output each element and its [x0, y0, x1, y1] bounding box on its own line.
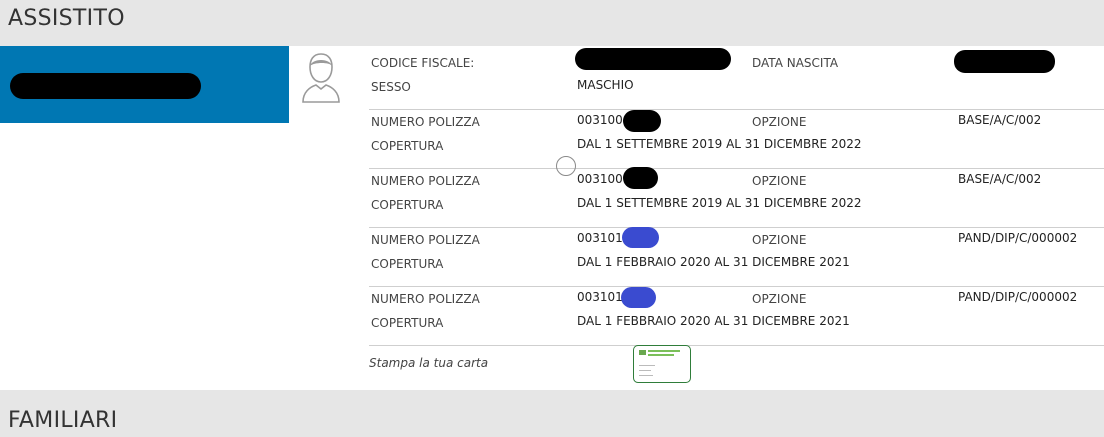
redacted-codice-fiscale [575, 48, 731, 70]
redacted-polizza-suffix [623, 110, 661, 132]
opzione-value: PAND/DIP/C/000002 [958, 231, 1078, 245]
card-text-line [639, 370, 651, 371]
section-header-familiari: FAMILIARI [0, 390, 1104, 437]
opzione-label: OPZIONE [752, 233, 807, 247]
divider [369, 227, 1104, 228]
assistito-name-box [0, 46, 289, 123]
numero-polizza-value: 003100 [577, 113, 623, 127]
sesso-value: MASCHIO [577, 78, 634, 92]
divider [369, 109, 1104, 110]
opzione-label: OPZIONE [752, 115, 807, 129]
card-header-line [648, 354, 674, 356]
section-title-familiari: FAMILIARI [8, 408, 118, 433]
user-avatar-icon [302, 53, 340, 103]
numero-polizza-label: NUMERO POLIZZA [371, 233, 480, 247]
card-header-line [648, 350, 680, 352]
copertura-label: COPERTURA [371, 316, 444, 330]
redacted-data-nascita [954, 50, 1055, 73]
print-card-label: Stampa la tua carta [369, 356, 489, 370]
copertura-value: DAL 1 FEBBRAIO 2020 AL 31 DICEMBRE 2021 [577, 255, 850, 269]
mouse-cursor-indicator [556, 156, 576, 176]
numero-polizza-value: 003100 [577, 172, 623, 186]
opzione-label: OPZIONE [752, 292, 807, 306]
codice-fiscale-label: CODICE FISCALE: [371, 56, 475, 70]
section-title-assistito: ASSISTITO [8, 6, 125, 31]
redacted-polizza-suffix [623, 167, 658, 189]
numero-polizza-label: NUMERO POLIZZA [371, 292, 480, 306]
copertura-label: COPERTURA [371, 139, 444, 153]
copertura-value: DAL 1 SETTEMBRE 2019 AL 31 DICEMBRE 2022 [577, 196, 862, 210]
opzione-value: BASE/A/C/002 [958, 172, 1042, 186]
card-text-line [639, 375, 653, 376]
opzione-label: OPZIONE [752, 174, 807, 188]
copertura-value: DAL 1 FEBBRAIO 2020 AL 31 DICEMBRE 2021 [577, 314, 850, 328]
divider [369, 286, 1104, 287]
redacted-name [10, 73, 201, 99]
sesso-label: SESSO [371, 80, 411, 94]
section-header-assistito: ASSISTITO [0, 0, 1104, 46]
opzione-value: PAND/DIP/C/000002 [958, 290, 1078, 304]
divider [369, 345, 1104, 346]
copertura-label: COPERTURA [371, 198, 444, 212]
copertura-value: DAL 1 SETTEMBRE 2019 AL 31 DICEMBRE 2022 [577, 137, 862, 151]
card-text-line [639, 365, 655, 366]
copertura-label: COPERTURA [371, 257, 444, 271]
redacted-polizza-suffix [621, 287, 656, 308]
numero-polizza-value: 003101 [577, 231, 623, 245]
redacted-polizza-suffix [622, 227, 659, 248]
data-nascita-label: DATA NASCITA [752, 56, 839, 70]
numero-polizza-value: 003101 [577, 290, 623, 304]
card-logo-icon [639, 350, 646, 355]
numero-polizza-label: NUMERO POLIZZA [371, 174, 480, 188]
numero-polizza-label: NUMERO POLIZZA [371, 115, 480, 129]
print-card-button[interactable] [633, 345, 691, 383]
opzione-value: BASE/A/C/002 [958, 113, 1042, 127]
divider [369, 168, 1104, 169]
